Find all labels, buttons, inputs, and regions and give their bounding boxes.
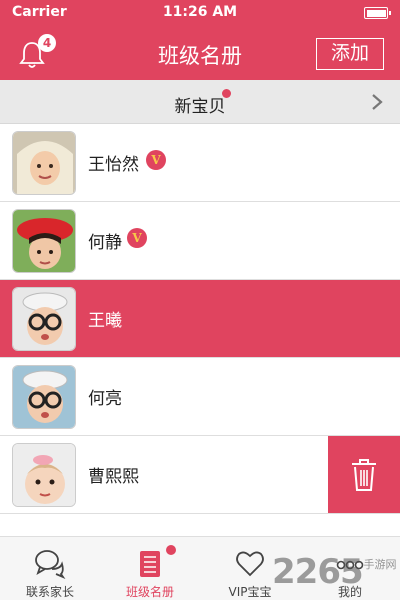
- new-baby-label: 新宝贝: [174, 97, 226, 117]
- chevron-right-icon: [372, 94, 383, 110]
- avatar: [12, 443, 76, 507]
- avatar: [12, 209, 76, 273]
- watermark: 2265 .手游网: [272, 552, 400, 594]
- trash-icon: [352, 459, 376, 491]
- vip-badge-icon: V: [146, 150, 166, 170]
- vip-badge-icon: V: [127, 228, 147, 248]
- list-item[interactable]: 王怡然 V: [0, 124, 400, 202]
- list-item[interactable]: 何静 V: [0, 202, 400, 280]
- new-indicator-dot: [222, 89, 231, 98]
- avatar: [12, 287, 76, 351]
- tab-class-roster[interactable]: 班级名册: [100, 537, 200, 600]
- new-baby-row[interactable]: 新宝贝: [0, 80, 400, 124]
- avatar: [12, 365, 76, 429]
- notebook-icon: [140, 551, 160, 577]
- battery-icon: [364, 7, 391, 19]
- nav-bar: 4 班级名册 添加: [0, 26, 400, 80]
- tab-label: 班级名册: [125, 585, 174, 599]
- heart-icon: [236, 551, 264, 577]
- tab-label: 联系家长: [25, 585, 74, 599]
- student-name: 曹熙熙: [88, 467, 139, 487]
- list-item[interactable]: 王曦: [0, 280, 400, 358]
- watermark-number: 2265: [272, 552, 364, 592]
- tab-contact-parents[interactable]: 联系家长: [0, 537, 100, 600]
- status-bar: Carrier 11:26 AM: [0, 0, 400, 26]
- watermark-text: .手游网: [360, 558, 397, 571]
- student-name: 何亮: [88, 389, 122, 409]
- list-item[interactable]: 何亮: [0, 358, 400, 436]
- student-name: 何静: [88, 233, 122, 253]
- add-button[interactable]: 添加: [316, 38, 384, 70]
- tab-indicator-dot: [166, 545, 176, 555]
- chat-bubbles-icon: [35, 550, 66, 579]
- avatar: [12, 131, 76, 195]
- student-name: 王曦: [88, 311, 122, 331]
- list-item[interactable]: 曹熙熙: [0, 436, 400, 514]
- delete-button[interactable]: [328, 436, 400, 513]
- student-name: 王怡然: [88, 155, 139, 175]
- status-time: 11:26 AM: [162, 4, 238, 20]
